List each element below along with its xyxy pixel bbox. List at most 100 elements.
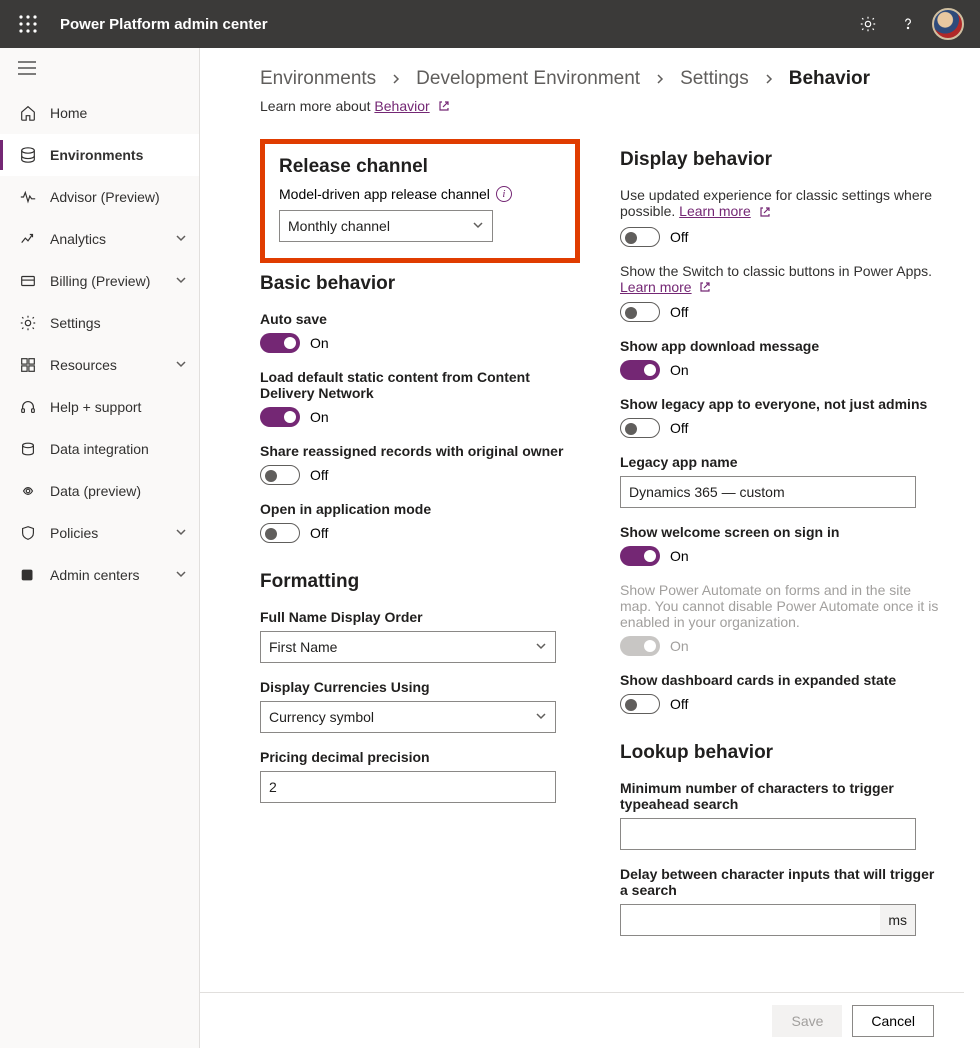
- help-icon[interactable]: [888, 0, 928, 48]
- delay-input[interactable]: ms: [620, 904, 916, 936]
- external-link-icon: [759, 205, 771, 221]
- formatting-heading: Formatting: [260, 571, 580, 593]
- toggle-state: Off: [310, 467, 328, 483]
- sidebar-item-home[interactable]: Home: [0, 92, 199, 134]
- breadcrumb-item[interactable]: Environments: [260, 68, 376, 90]
- data-preview-icon: [18, 481, 38, 501]
- release-channel-select[interactable]: Monthly channel: [279, 210, 493, 242]
- release-channel-heading: Release channel: [279, 156, 561, 178]
- sidebar-item-label: Data integration: [50, 441, 149, 457]
- cancel-button[interactable]: Cancel: [852, 1005, 934, 1037]
- breadcrumb-item[interactable]: Development Environment: [416, 68, 640, 90]
- welcome-screen-toggle[interactable]: [620, 546, 660, 566]
- data-integration-icon: [18, 439, 38, 459]
- toggle-state: On: [670, 638, 689, 654]
- chevron-down-icon: [175, 231, 187, 247]
- switch-classic-text: Show the Switch to classic buttons in Po…: [620, 263, 940, 296]
- chevron-down-icon: [472, 218, 484, 234]
- lookup-behavior-heading: Lookup behavior: [620, 742, 940, 764]
- app-launcher-icon[interactable]: [12, 8, 44, 40]
- delay-label: Delay between character inputs that will…: [620, 866, 940, 898]
- release-channel-label: Model-driven app release channel: [279, 186, 490, 202]
- chevron-down-icon: [175, 273, 187, 289]
- learn-more-link[interactable]: Learn more: [679, 203, 751, 219]
- auto-save-toggle[interactable]: [260, 333, 300, 353]
- min-chars-input[interactable]: [620, 818, 916, 850]
- download-msg-label: Show app download message: [620, 338, 940, 354]
- learn-more-line: Learn more about Behavior: [260, 98, 940, 115]
- home-icon: [18, 103, 38, 123]
- sidebar-item-admin-centers[interactable]: Admin centers: [0, 554, 199, 596]
- currencies-label: Display Currencies Using: [260, 679, 580, 695]
- cdn-toggle[interactable]: [260, 407, 300, 427]
- download-msg-toggle[interactable]: [620, 360, 660, 380]
- hamburger-icon[interactable]: [18, 61, 36, 80]
- sidebar-item-label: Advisor (Preview): [50, 189, 160, 205]
- app-mode-label: Open in application mode: [260, 501, 580, 517]
- legacy-app-name-input[interactable]: Dynamics 365 — custom: [620, 476, 916, 508]
- toggle-state: On: [670, 548, 689, 564]
- switch-classic-toggle[interactable]: [620, 302, 660, 322]
- chevron-down-icon: [175, 357, 187, 373]
- sidebar-item-label: Settings: [50, 315, 101, 331]
- advisor-icon: [18, 187, 38, 207]
- chevron-down-icon: [175, 525, 187, 541]
- power-automate-toggle: [620, 636, 660, 656]
- sidebar-item-billing[interactable]: Billing (Preview): [0, 260, 199, 302]
- gear-icon: [18, 313, 38, 333]
- sidebar-item-settings[interactable]: Settings: [0, 302, 199, 344]
- updated-experience-toggle[interactable]: [620, 227, 660, 247]
- breadcrumb: Environments Development Environment Set…: [260, 68, 940, 90]
- breadcrumb-item[interactable]: Settings: [680, 68, 749, 90]
- share-reassigned-toggle[interactable]: [260, 465, 300, 485]
- sidebar-item-label: Policies: [50, 525, 98, 541]
- app-mode-toggle[interactable]: [260, 523, 300, 543]
- sidebar-item-label: Analytics: [50, 231, 106, 247]
- environments-icon: [18, 145, 38, 165]
- sidebar-item-label: Billing (Preview): [50, 273, 150, 289]
- policies-icon: [18, 523, 38, 543]
- sidebar-item-label: Environments: [50, 147, 143, 163]
- user-avatar[interactable]: [928, 0, 968, 48]
- updated-experience-text: Use updated experience for classic setti…: [620, 187, 940, 220]
- sidebar-item-help-support[interactable]: Help + support: [0, 386, 199, 428]
- currencies-select[interactable]: Currency symbol: [260, 701, 556, 733]
- chevron-down-icon: [535, 639, 547, 655]
- min-chars-label: Minimum number of characters to trigger …: [620, 780, 940, 812]
- resources-icon: [18, 355, 38, 375]
- precision-input[interactable]: 2: [260, 771, 556, 803]
- sidebar-item-policies[interactable]: Policies: [0, 512, 199, 554]
- legacy-everyone-toggle[interactable]: [620, 418, 660, 438]
- footer: Save Cancel: [200, 992, 964, 1048]
- chevron-down-icon: [175, 567, 187, 583]
- sidebar-item-analytics[interactable]: Analytics: [0, 218, 199, 260]
- precision-label: Pricing decimal precision: [260, 749, 580, 765]
- full-name-order-select[interactable]: First Name: [260, 631, 556, 663]
- share-reassigned-label: Share reassigned records with original o…: [260, 443, 580, 459]
- sidebar-item-label: Home: [50, 105, 87, 121]
- sidebar: Home Environments Advisor (Preview) Anal…: [0, 48, 200, 1048]
- cdn-label: Load default static content from Content…: [260, 369, 580, 401]
- learn-more-link[interactable]: Learn more: [620, 279, 692, 295]
- dashboard-expanded-label: Show dashboard cards in expanded state: [620, 672, 940, 688]
- sidebar-item-environments[interactable]: Environments: [0, 134, 199, 176]
- toggle-state: Off: [670, 696, 688, 712]
- sidebar-item-resources[interactable]: Resources: [0, 344, 199, 386]
- toggle-state: Off: [310, 525, 328, 541]
- top-bar: Power Platform admin center: [0, 0, 980, 48]
- sidebar-item-data-preview[interactable]: Data (preview): [0, 470, 199, 512]
- legacy-everyone-label: Show legacy app to everyone, not just ad…: [620, 396, 940, 412]
- save-button: Save: [772, 1005, 842, 1037]
- admin-centers-icon: [18, 565, 38, 585]
- sidebar-item-data-integration[interactable]: Data integration: [0, 428, 199, 470]
- power-automate-text: Show Power Automate on forms and in the …: [620, 582, 940, 630]
- external-link-icon: [438, 99, 450, 115]
- sidebar-item-label: Admin centers: [50, 567, 139, 583]
- chevron-down-icon: [535, 709, 547, 725]
- dashboard-expanded-toggle[interactable]: [620, 694, 660, 714]
- headset-icon: [18, 397, 38, 417]
- info-icon[interactable]: i: [496, 186, 512, 202]
- learn-more-link[interactable]: Behavior: [374, 98, 429, 114]
- gear-icon[interactable]: [848, 0, 888, 48]
- sidebar-item-advisor[interactable]: Advisor (Preview): [0, 176, 199, 218]
